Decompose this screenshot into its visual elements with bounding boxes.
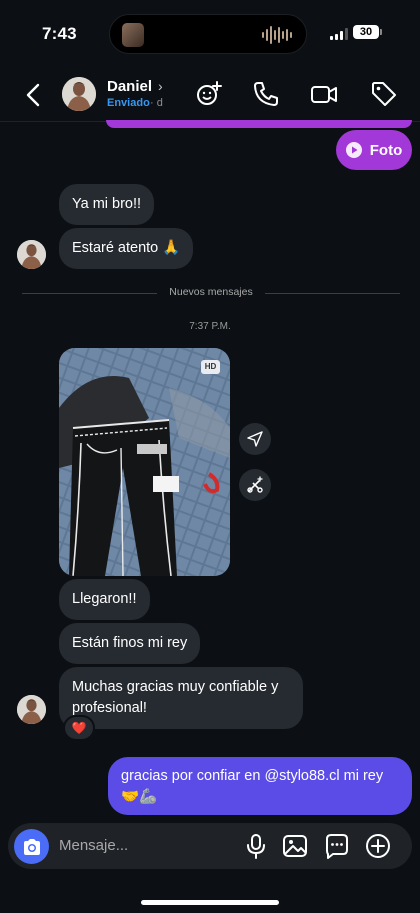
gallery-icon[interactable] <box>282 833 308 859</box>
received-message[interactable]: Llegaron!! <box>59 579 150 620</box>
now-playing-thumbnail <box>122 23 144 47</box>
sent-message[interactable]: gracias por confiar en @stylo88.cl mi re… <box>108 757 412 815</box>
clock: 7:43 <box>42 24 77 43</box>
received-message[interactable]: Muchas gracias muy confiable y profesion… <box>59 667 303 729</box>
home-indicator[interactable] <box>141 900 279 905</box>
audio-wave-icon <box>262 25 292 45</box>
dynamic-island[interactable] <box>109 14 307 54</box>
chevron-right-icon[interactable]: › <box>158 78 163 94</box>
contact-name[interactable]: Daniel <box>107 78 152 95</box>
status-bar: 7:43 30 <box>0 0 420 68</box>
play-icon <box>345 142 362 158</box>
received-photo[interactable]: HD <box>59 348 230 576</box>
microphone-icon[interactable] <box>243 833 269 859</box>
camera-icon <box>23 838 40 855</box>
sticker-icon[interactable] <box>324 833 350 859</box>
contact-avatar[interactable] <box>62 77 96 111</box>
video-icon[interactable] <box>310 80 338 108</box>
edit-tools-button[interactable] <box>239 469 271 501</box>
back-icon[interactable] <box>22 82 46 108</box>
battery-indicator: 30 <box>353 25 382 39</box>
sender-avatar[interactable] <box>17 240 46 269</box>
photo-message-button[interactable]: Foto <box>336 130 412 170</box>
received-message[interactable]: Ya mi bro!! <box>59 184 155 225</box>
photo-label: Foto <box>369 141 403 159</box>
sender-avatar[interactable] <box>17 695 46 724</box>
camera-button[interactable] <box>14 829 49 864</box>
phone-icon[interactable] <box>252 80 280 108</box>
chat-header: Daniel › Enviado · d <box>0 68 420 122</box>
tools-icon <box>247 476 263 493</box>
new-messages-label: Nuevos mensajes <box>169 286 253 298</box>
plus-icon[interactable] <box>365 833 391 859</box>
sent-media-edge <box>106 120 412 128</box>
signal-icon <box>330 28 348 40</box>
delivery-status-extra: · d <box>150 97 163 109</box>
heart-reaction[interactable]: ❤️ <box>63 715 95 741</box>
message-input[interactable]: Mensaje... <box>59 837 128 854</box>
share-icon <box>247 431 263 447</box>
new-messages-divider: Nuevos mensajes <box>22 286 400 300</box>
jeans-photo <box>59 348 230 576</box>
add-member-icon[interactable] <box>195 80 223 108</box>
received-message[interactable]: Están finos mi rey <box>59 623 201 664</box>
hd-badge: HD <box>201 360 220 374</box>
share-button[interactable] <box>239 423 271 455</box>
tag-icon[interactable] <box>370 80 398 108</box>
message-composer: Mensaje... <box>8 823 412 869</box>
received-message[interactable]: Estaré atento 🙏 <box>59 228 194 269</box>
delivery-status: Enviado <box>107 97 150 109</box>
message-timestamp: 7:37 P.M. <box>189 321 231 332</box>
